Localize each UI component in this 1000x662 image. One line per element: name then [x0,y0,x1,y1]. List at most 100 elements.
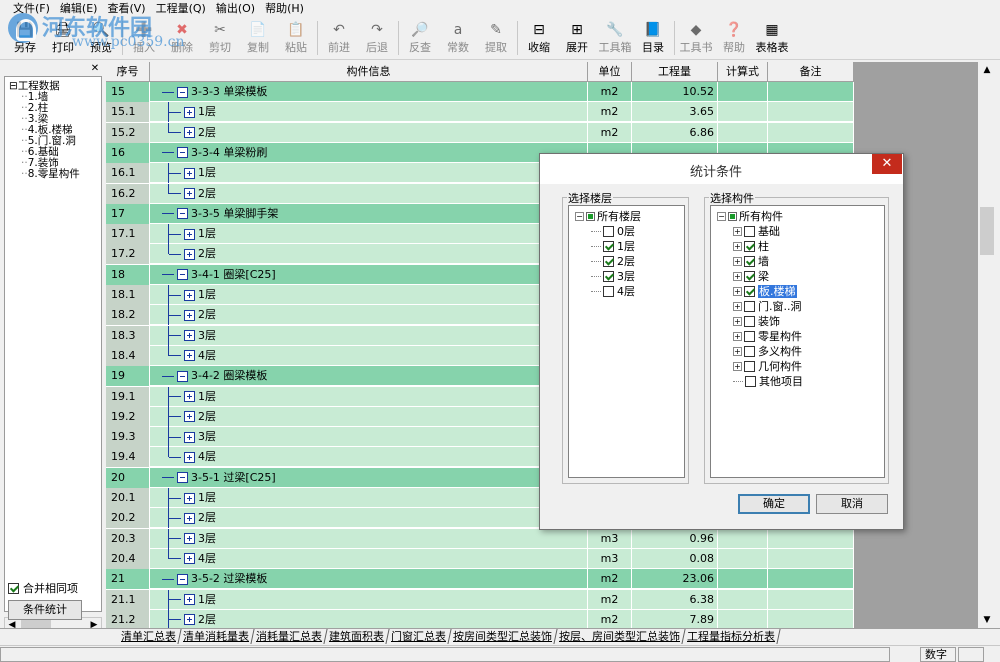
table-row[interactable]: 15.2 2层 m2 6.86 [106,122,854,143]
expand-icon[interactable] [184,451,195,463]
component-checkbox[interactable] [744,271,755,282]
table-row[interactable]: 20.3 3层 m3 0.96 [106,528,854,549]
partial-check-icon[interactable] [728,212,737,221]
table-row[interactable]: 21.2 2层 m2 7.89 [106,609,854,628]
header-seq[interactable]: 序号 [106,62,150,82]
component-checkbox[interactable] [745,376,756,387]
floor-checkbox[interactable] [603,241,614,252]
expand-icon[interactable]: + [733,242,742,251]
menu-item[interactable]: 查看(V) [102,0,150,18]
menu-item[interactable]: 工程量(Q) [151,0,211,18]
expand-icon[interactable]: + [733,287,742,296]
group-row[interactable]: 21 3-5-2 过梁模板 m2 23.06 [106,569,854,590]
group-row[interactable]: 15 3-3-3 单梁模板 m2 10.52 [106,82,854,102]
merge-check-icon[interactable] [8,582,19,594]
component-item[interactable]: + 基础 [733,225,780,238]
expand-icon[interactable] [184,431,195,443]
expand-icon[interactable]: + [733,302,742,311]
floor-checkbox[interactable] [603,256,614,267]
component-item[interactable]: + 板.楼梯 [733,285,797,298]
expand-icon[interactable]: + [733,332,742,341]
component-checkbox[interactable] [744,346,755,357]
sheet-tab[interactable]: 清单消耗量表 [178,629,255,644]
condition-stat-button[interactable]: 条件统计 [8,600,82,620]
close-panel-icon[interactable]: ✕ [88,62,102,75]
component-item[interactable]: + 几何构件 [733,360,802,373]
expand-icon[interactable] [184,492,195,504]
component-checkbox[interactable] [744,286,755,297]
floor-item[interactable]: 4层 [591,285,635,298]
print-button[interactable]: 🖨 打印 [44,18,82,58]
expand-icon[interactable]: + [733,362,742,371]
delete-button[interactable]: ✖ 删除 [163,18,201,58]
tree-collapse-icon[interactable]: − [717,212,726,221]
scroll-up-icon[interactable]: ▲ [978,62,996,78]
collapse-icon[interactable] [177,208,188,220]
tree-collapse-icon[interactable]: − [575,212,584,221]
expand-icon[interactable] [184,512,195,524]
collapse-icon[interactable] [177,573,188,585]
component-item[interactable]: 其他项目 [733,375,803,388]
header-remark[interactable]: 备注 [768,62,854,82]
toolbox-button[interactable]: 🔧 工具箱 [596,18,634,58]
toolbook-button[interactable]: ◆ 工具书 [677,18,715,58]
expand-icon[interactable] [184,350,195,362]
ok-button[interactable]: 确定 [738,494,810,514]
sheet-tab[interactable]: 工程量指标分析表 [682,629,781,644]
header-calc[interactable]: 计算式 [718,62,768,82]
table-form-button[interactable]: ▦ 表格表 [753,18,791,58]
table-row[interactable]: 21.1 1层 m2 6.38 [106,589,854,610]
header-info[interactable]: 构件信息 [150,62,588,82]
expand-icon[interactable]: + [733,317,742,326]
component-checkbox[interactable] [744,226,755,237]
component-item[interactable]: + 门.窗..洞 [733,300,802,313]
grid-vertical-scrollbar[interactable]: ▲ ▼ [978,62,996,628]
copy-button[interactable]: 📄 复制 [239,18,277,58]
expand-icon[interactable] [184,188,195,199]
header-unit[interactable]: 单位 [588,62,632,82]
expand-icon[interactable]: + [733,227,742,236]
all-floors[interactable]: − 所有楼层 [575,210,641,223]
menu-item[interactable]: 文件(F) [8,0,55,18]
partial-check-icon[interactable] [586,212,595,221]
sheet-tab[interactable]: 门窗汇总表 [386,629,452,644]
expand-icon[interactable] [184,289,195,301]
catalog-button[interactable]: 📘 目录 [634,18,672,58]
scroll-thumb[interactable] [980,207,994,255]
expand-icon[interactable] [184,309,195,321]
expand-icon[interactable] [184,330,195,342]
collapse-icon[interactable] [177,472,188,484]
expand-icon[interactable] [184,228,195,240]
insert-button[interactable]: ➕ 插入 [125,18,163,58]
expand-icon[interactable] [184,533,195,545]
menu-item[interactable]: 编辑(E) [55,0,103,18]
tree-item[interactable]: ··8.零星构件 [21,169,80,180]
expand-icon[interactable]: + [733,347,742,356]
collapse-button[interactable]: ⊟ 收缩 [520,18,558,58]
header-qty[interactable]: 工程量 [632,62,718,82]
floor-item[interactable]: 1层 [591,240,635,253]
component-item[interactable]: + 零星构件 [733,330,802,343]
table-row[interactable]: 20.4 4层 m3 0.08 [106,548,854,569]
forward-button[interactable]: ↶ 前进 [320,18,358,58]
sheet-tab[interactable]: 按房间类型汇总装饰 [448,629,558,644]
expand-icon[interactable] [184,411,195,423]
back-button[interactable]: ↷ 后退 [358,18,396,58]
component-item[interactable]: + 梁 [733,270,769,283]
expand-icon[interactable]: + [733,272,742,281]
component-checkbox[interactable] [744,316,755,327]
scroll-down-icon[interactable]: ▼ [978,612,996,628]
sheet-tab[interactable]: 消耗量汇总表 [251,629,328,644]
collapse-icon[interactable] [177,269,188,281]
sheet-tab[interactable]: 建筑面积表 [324,629,390,644]
menu-item[interactable]: 输出(O) [211,0,260,18]
cut-button[interactable]: ✂ 剪切 [201,18,239,58]
component-item[interactable]: + 柱 [733,240,769,253]
expand-icon[interactable] [184,106,195,118]
component-checkbox[interactable] [744,361,755,372]
expand-icon[interactable] [184,248,195,260]
component-checkbox[interactable] [744,331,755,342]
component-item[interactable]: + 多义构件 [733,345,802,358]
dialog-close-button[interactable]: ✕ [872,154,902,174]
sheet-tab[interactable]: 清单汇总表 [116,629,182,644]
